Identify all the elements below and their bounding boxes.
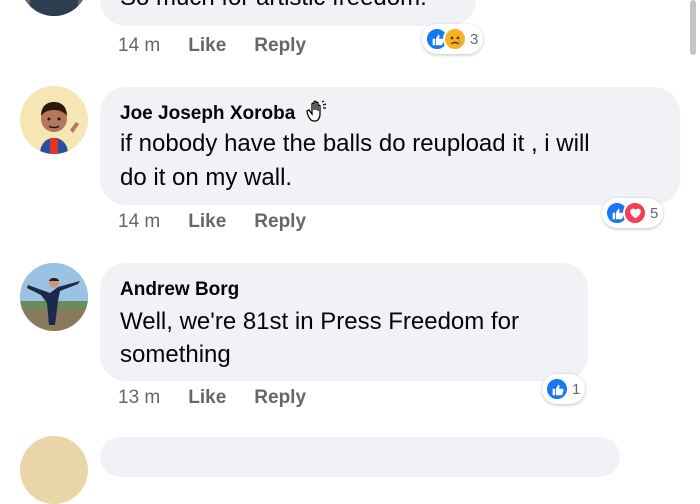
comment-bubble: Joe Joseph Xoroba if nobody have the bal… <box>100 87 680 205</box>
comment-meta: 14 m Like Reply <box>118 211 306 233</box>
comment-text-line: Well, we're 81st in Press Freedom for <box>120 308 519 335</box>
sad-icon <box>443 27 467 51</box>
comment-meta: 13 m Like Reply <box>118 387 306 409</box>
reply-button[interactable]: Reply <box>254 211 306 233</box>
comment-meta: 14 m Like Reply <box>118 35 306 57</box>
scrollbar-thumb[interactable] <box>690 0 696 55</box>
reaction-summary[interactable]: 1 <box>542 374 586 404</box>
reaction-count: 1 <box>572 380 581 398</box>
reaction-count: 3 <box>470 30 479 48</box>
comment-author[interactable]: Joe Joseph Xoroba <box>120 100 327 128</box>
wave-icon <box>305 100 327 128</box>
like-button[interactable]: Like <box>188 387 226 409</box>
comment-text-line: if nobody have the balls do reupload it … <box>120 130 590 157</box>
avatar[interactable] <box>20 0 88 16</box>
reaction-count: 5 <box>650 204 659 222</box>
comment-bubble <box>100 437 620 477</box>
author-name[interactable]: Joe Joseph Xoroba <box>120 103 295 124</box>
comment-text: So much for artistic freedom. <box>120 0 427 14</box>
author-name[interactable]: Andrew Borg <box>120 279 239 301</box>
comment-timestamp[interactable]: 13 m <box>118 387 160 409</box>
comment-timestamp[interactable]: 14 m <box>118 35 160 57</box>
comment-text-line: something <box>120 341 231 368</box>
avatar[interactable] <box>20 436 88 504</box>
reaction-summary[interactable]: 5 <box>602 198 664 228</box>
avatar[interactable] <box>20 86 88 154</box>
reply-button[interactable]: Reply <box>254 35 306 57</box>
avatar[interactable] <box>20 263 88 331</box>
love-icon <box>623 201 647 225</box>
reply-button[interactable]: Reply <box>254 387 306 409</box>
like-icon <box>545 377 569 401</box>
like-button[interactable]: Like <box>188 35 226 57</box>
like-button[interactable]: Like <box>188 211 226 233</box>
comment-bubble: So much for artistic freedom. <box>100 0 476 26</box>
comment-timestamp[interactable]: 14 m <box>118 211 160 233</box>
comment-text-line: do it on my wall. <box>120 164 293 191</box>
reaction-summary[interactable]: 3 <box>422 24 484 54</box>
comment-bubble: Andrew Borg Well, we're 81st in Press Fr… <box>100 263 588 381</box>
